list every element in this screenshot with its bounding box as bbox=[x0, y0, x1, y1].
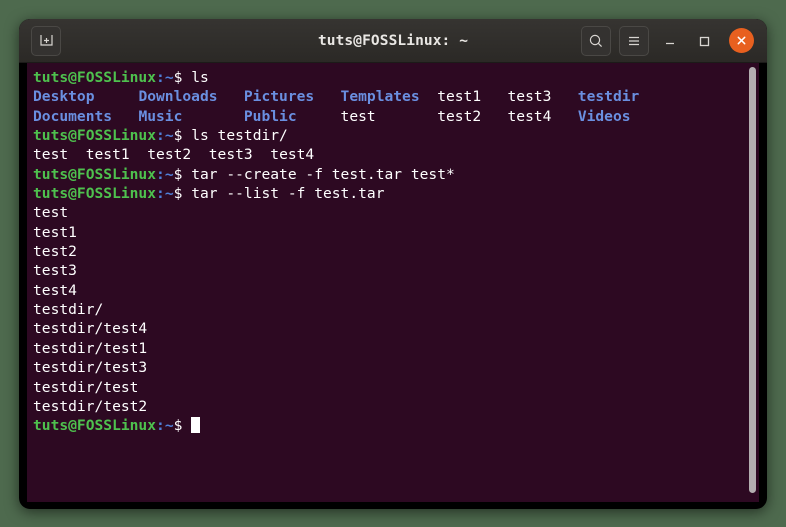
terminal-output-line: testdir/ bbox=[33, 300, 759, 319]
prompt-colon: : bbox=[156, 185, 165, 203]
listing-entry: Public bbox=[243, 107, 297, 125]
terminal-command: ls testdir/ bbox=[182, 127, 288, 145]
output-text: testdir/test4 bbox=[33, 320, 148, 338]
listing-entry: Videos bbox=[577, 107, 631, 125]
output-text: testdir/test2 bbox=[33, 397, 148, 415]
terminal-prompt-line: tuts@FOSSLinux:~$ ls testdir/ bbox=[33, 126, 759, 145]
terminal-scrollbar[interactable] bbox=[746, 63, 759, 502]
new-tab-icon bbox=[39, 35, 53, 46]
terminal-listing-row: Documents Music Public test test2 test4 … bbox=[33, 107, 759, 126]
terminal-command: tar --list -f test.tar bbox=[182, 185, 385, 203]
listing-entry: test4 bbox=[270, 146, 315, 164]
terminal-prompt-line: tuts@FOSSLinux:~$ ls bbox=[33, 68, 759, 87]
search-icon bbox=[589, 34, 603, 47]
minimize-button[interactable] bbox=[657, 28, 683, 54]
desktop-background: tuts@FOSSLinux: ~ tuts@FOSSLinux:~$ ls D… bbox=[0, 0, 786, 527]
output-text: testdir/test bbox=[33, 378, 139, 396]
terminal-command: tar --create -f test.tar test* bbox=[182, 165, 455, 183]
search-button[interactable] bbox=[581, 25, 611, 56]
output-text: testdir/test3 bbox=[33, 359, 148, 377]
terminal-output-line: testdir/test2 bbox=[33, 397, 759, 416]
listing-entry: test4 bbox=[507, 107, 552, 125]
listing-entry: test bbox=[340, 107, 376, 125]
terminal-output: tuts@FOSSLinux:~$ ls Desktop Downloads Pi… bbox=[27, 63, 759, 436]
maximize-icon bbox=[699, 36, 710, 46]
prompt-path: ~ bbox=[164, 127, 174, 145]
prompt-path: ~ bbox=[164, 165, 174, 183]
listing-entry: test1 bbox=[85, 146, 130, 164]
listing-entry: Templates bbox=[340, 88, 420, 106]
terminal-command bbox=[182, 417, 191, 434]
terminal-cursor bbox=[191, 417, 200, 434]
minimize-icon bbox=[666, 42, 674, 44]
terminal-listing-row: Desktop Downloads Pictures Templates tes… bbox=[33, 87, 759, 106]
output-text: test bbox=[33, 204, 69, 222]
prompt-colon: : bbox=[156, 127, 165, 145]
prompt-user-host: tuts@FOSSLinux bbox=[33, 127, 157, 145]
listing-entry: test3 bbox=[208, 146, 253, 164]
listing-entry: test1 bbox=[437, 88, 482, 106]
prompt-path: ~ bbox=[164, 417, 174, 435]
terminal-output-line: testdir/test4 bbox=[33, 319, 759, 338]
terminal-output-line: test3 bbox=[33, 261, 759, 280]
terminal-output-line: test1 bbox=[33, 223, 759, 242]
listing-entry: Downloads bbox=[138, 88, 218, 106]
prompt-path: ~ bbox=[164, 185, 174, 203]
terminal-output-line: testdir/test bbox=[33, 378, 759, 397]
terminal-output-line: test bbox=[33, 203, 759, 222]
listing-entry: Pictures bbox=[243, 88, 315, 106]
terminal-listing-row: test test1 test2 test3 test4 bbox=[33, 145, 759, 164]
output-text: testdir/ bbox=[33, 301, 104, 319]
terminal-prompt-line: tuts@FOSSLinux:~$ tar --create -f test.t… bbox=[33, 165, 759, 184]
new-tab-button[interactable] bbox=[31, 25, 61, 56]
listing-entry: testdir bbox=[577, 88, 640, 106]
listing-entry: test2 bbox=[437, 107, 482, 125]
listing-entry: test2 bbox=[147, 146, 192, 164]
scrollbar-thumb[interactable] bbox=[749, 67, 756, 493]
listing-entry: Documents bbox=[33, 107, 113, 125]
listing-entry: Desktop bbox=[33, 88, 95, 106]
close-button[interactable] bbox=[729, 28, 754, 53]
output-text: test3 bbox=[33, 262, 77, 280]
hamburger-menu-icon bbox=[629, 36, 639, 45]
terminal-prompt-line: tuts@FOSSLinux:~$ bbox=[33, 416, 759, 435]
prompt-user-host: tuts@FOSSLinux bbox=[33, 185, 157, 203]
output-text: test2 bbox=[33, 243, 77, 261]
output-text: test4 bbox=[33, 281, 77, 299]
output-text: test1 bbox=[33, 223, 77, 241]
listing-entry: test3 bbox=[507, 88, 552, 106]
prompt-user-host: tuts@FOSSLinux bbox=[33, 165, 157, 183]
output-text: testdir/test1 bbox=[33, 339, 148, 357]
maximize-button[interactable] bbox=[691, 28, 717, 54]
listing-entry: test bbox=[33, 146, 69, 164]
terminal-output-line: test2 bbox=[33, 242, 759, 261]
close-icon bbox=[737, 36, 746, 45]
terminal-command: ls bbox=[182, 69, 209, 86]
prompt-colon: : bbox=[156, 417, 165, 435]
prompt-user-host: tuts@FOSSLinux bbox=[33, 417, 157, 435]
prompt-user-host: tuts@FOSSLinux bbox=[33, 69, 157, 86]
terminal-output-line: test4 bbox=[33, 281, 759, 300]
terminal-window: tuts@FOSSLinux: ~ tuts@FOSSLinux:~$ ls D… bbox=[19, 19, 767, 509]
menu-button[interactable] bbox=[619, 25, 649, 56]
prompt-colon: : bbox=[156, 69, 165, 86]
prompt-path: ~ bbox=[164, 69, 174, 86]
terminal-output-line: testdir/test3 bbox=[33, 358, 759, 377]
terminal-output-line: testdir/test1 bbox=[33, 339, 759, 358]
window-titlebar[interactable]: tuts@FOSSLinux: ~ bbox=[19, 19, 767, 63]
window-controls bbox=[581, 25, 767, 56]
terminal-body[interactable]: tuts@FOSSLinux:~$ ls Desktop Downloads Pi… bbox=[27, 63, 759, 502]
prompt-colon: : bbox=[156, 165, 165, 183]
terminal-prompt-line: tuts@FOSSLinux:~$ tar --list -f test.tar bbox=[33, 184, 759, 203]
listing-entry: Music bbox=[138, 107, 183, 125]
